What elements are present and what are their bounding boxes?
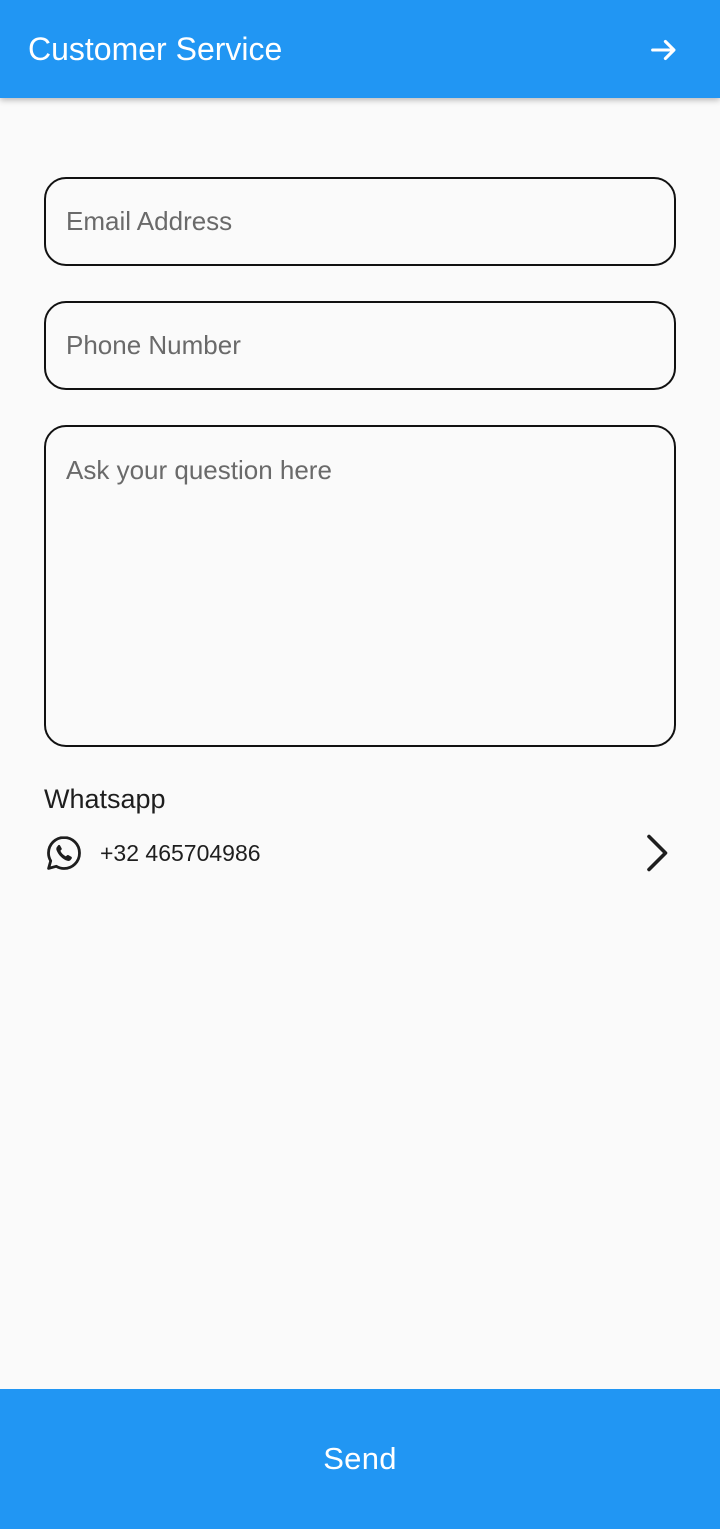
arrow-right-icon	[651, 39, 676, 61]
question-textarea[interactable]	[44, 425, 676, 747]
forward-button[interactable]	[640, 26, 688, 74]
whatsapp-icon	[47, 836, 81, 870]
app-bar: Customer Service	[0, 0, 720, 98]
whatsapp-contact-row[interactable]: +32 465704986	[36, 822, 684, 884]
send-button[interactable]: Send	[0, 1389, 720, 1529]
whatsapp-section-title: Whatsapp	[44, 784, 166, 814]
email-field[interactable]	[44, 177, 676, 266]
phone-number-field[interactable]	[44, 301, 676, 390]
chevron-right-icon	[647, 834, 668, 872]
whatsapp-number: +32 465704986	[100, 840, 261, 866]
send-button-label: Send	[323, 1441, 397, 1476]
page-title: Customer Service	[28, 31, 283, 67]
